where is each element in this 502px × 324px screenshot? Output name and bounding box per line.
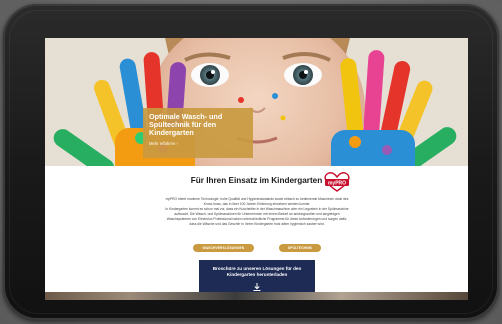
logo-text: myPRO	[328, 181, 346, 187]
hero-banner: Optimale Wasch- und Spültechnik für den …	[45, 38, 468, 166]
footer-image-strip	[45, 292, 468, 300]
hero-teaser-card[interactable]: Optimale Wasch- und Spültechnik für den …	[143, 108, 253, 158]
mypro-logo-icon: myPRO	[324, 172, 350, 192]
paragraph-line: dass die Wäsche und das Geschirr in Ihre…	[189, 221, 325, 226]
hero-title-line3: Kindergarten	[149, 128, 194, 138]
hero-image-child-painted-hands	[45, 38, 468, 166]
wash-solutions-button[interactable]: WASCHVERSLÖSUNGEN	[193, 244, 254, 252]
download-icon	[253, 283, 261, 291]
cta-line2: Kindergarten herunterladen	[226, 272, 288, 277]
paragraph-line: In Kindergarten kommt es schon mal vor, …	[165, 206, 349, 211]
section-heading: Für Ihren Einsatz im Kindergarten	[190, 176, 323, 185]
tablet-screen: Optimale Wasch- und Spültechnik für den …	[45, 38, 468, 300]
hero-more-link[interactable]: Mehr erfahren ›	[149, 141, 247, 146]
dish-technology-button[interactable]: SPÜLTECHNIK	[279, 244, 321, 252]
paragraph-line: Waschsystemen von Electrolux Professiona…	[166, 216, 348, 221]
section-paragraph: myPRO bietet moderne Technologie, hohe Q…	[137, 197, 377, 226]
